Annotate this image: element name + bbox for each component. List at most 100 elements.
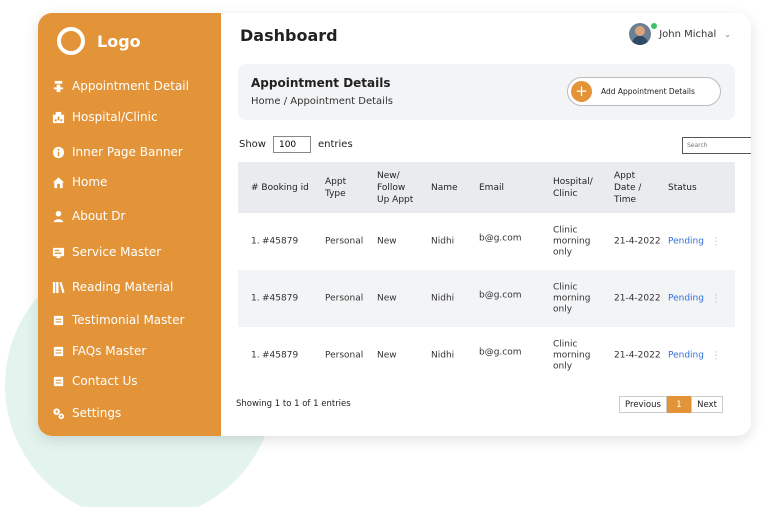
entries-input[interactable] [272,136,311,153]
cell-appt-type: Personal [325,293,364,303]
sidebar: Logo Appointment Detail Hospital/Clinic … [38,13,221,436]
row-menu-icon[interactable]: ⋮ [711,350,721,361]
row-menu-icon[interactable]: ⋮ [711,236,721,247]
cell-date: 21-4-2022 [614,350,661,360]
cell-email: b@g.com [479,290,522,300]
cell-num: 1. [251,350,260,360]
sidebar-item-label: About Dr [72,209,126,223]
logo-text: Logo [97,31,141,51]
user-menu[interactable]: John Michal ⌄ [629,23,731,45]
previous-page-button[interactable]: Previous [619,396,667,413]
show-label: Show [239,139,266,150]
info-icon [52,146,65,158]
cell-follow-up: New [377,350,397,360]
books-icon [52,281,65,293]
avatar [629,23,652,45]
user-name: John Michal [659,28,717,40]
sidebar-item-settings[interactable]: Settings [52,406,121,420]
entries-label: entries [317,139,353,150]
hospital-bed-icon [53,80,64,92]
cell-email: b@g.com [479,347,522,357]
sidebar-item-label: Hospital/Clinic [72,110,158,124]
sidebar-item-label: Settings [72,406,122,420]
document-icon [53,376,64,386]
sidebar-item-label: Reading Material [72,280,174,294]
table-row[interactable]: 1. #45879 Personal New Nidhi b@g.com Cli… [238,270,735,327]
next-page-button[interactable]: Next [691,396,723,413]
appointments-table: # Booking id Appt Type New/ Follow Up Ap… [238,162,735,384]
sidebar-item-faqs-master[interactable]: FAQs Master [52,344,146,358]
chevron-down-icon: ⌄ [724,29,731,39]
logo-ring-icon [57,27,85,55]
col-appt-date-time[interactable]: Appt Date / Time [614,170,641,206]
main-content: Dashboard John Michal ⌄ Appointment Deta… [221,13,751,436]
cell-booking-id: #45879 [262,350,299,360]
cell-booking-id: #45879 [262,293,299,303]
row-menu-icon[interactable]: ⋮ [711,293,721,304]
breadcrumb: Home / Appointment Details [251,96,393,107]
user-icon [53,210,64,222]
plus-icon: + [571,81,592,102]
cell-follow-up: New [377,236,397,246]
col-booking-id[interactable]: # Booking id [251,182,309,194]
cell-clinic: Clinic morning only [553,282,591,314]
cell-follow-up: New [377,293,397,303]
col-follow-up[interactable]: New/ Follow Up Appt [377,170,413,206]
sidebar-item-home[interactable]: Home [52,175,107,189]
col-appt-type[interactable]: Appt Type [325,176,346,200]
table-row[interactable]: 1. #45879 Personal New Nidhi b@g.com Cli… [238,327,735,384]
status-badge: Pending [668,236,704,246]
app-window: Logo Appointment Detail Hospital/Clinic … [38,13,751,436]
col-status[interactable]: Status [668,182,697,194]
cell-name: Nidhi [431,350,455,360]
logo[interactable]: Logo [57,27,141,55]
sidebar-item-label: Inner Page Banner [72,145,183,159]
status-badge: Pending [668,350,704,360]
cell-appt-type: Personal [325,236,364,246]
sidebar-item-testimonial-master[interactable]: Testimonial Master [52,313,184,327]
sidebar-item-about-dr[interactable]: About Dr [52,209,125,223]
sidebar-item-label: Home [72,175,108,189]
hospital-building-icon [52,111,65,123]
sidebar-item-reading-material[interactable]: Reading Material [52,280,173,294]
cell-name: Nidhi [431,236,455,246]
online-status-dot [651,23,658,29]
document-icon [53,315,64,325]
gears-icon [53,407,65,419]
add-appointment-label: Add Appointment Details [601,87,695,96]
page-1-button[interactable]: 1 [667,396,691,413]
table-header: # Booking id Appt Type New/ Follow Up Ap… [238,162,735,213]
service-icon [52,247,65,258]
page-title: Dashboard [240,26,338,45]
home-icon [52,176,65,188]
cell-date: 21-4-2022 [614,236,661,246]
col-name[interactable]: Name [431,182,458,194]
cell-clinic: Clinic morning only [553,225,591,257]
sidebar-item-label: Service Master [72,245,162,259]
add-appointment-button[interactable]: + Add Appointment Details [567,77,721,106]
document-icon [53,346,64,356]
cell-email: b@g.com [479,233,522,243]
sidebar-item-service-master[interactable]: Service Master [52,245,161,259]
sidebar-item-appointment-detail[interactable]: Appointment Detail [52,79,189,93]
cell-num: 1. [251,293,260,303]
sidebar-item-label: Testimonial Master [72,313,185,327]
col-email[interactable]: Email [479,182,504,194]
panel-header: Appointment Details Home / Appointment D… [238,64,735,120]
panel-title: Appointment Details [251,76,391,90]
cell-num: 1. [251,236,260,246]
entries-control: Show entries [239,136,353,153]
cell-clinic: Clinic morning only [553,339,591,371]
pagination: Previous 1 Next [619,396,723,413]
sidebar-item-inner-page-banner[interactable]: Inner Page Banner [52,145,183,159]
sidebar-item-label: FAQs Master [72,344,147,358]
search-input[interactable] [682,137,751,154]
cell-appt-type: Personal [325,350,364,360]
cell-name: Nidhi [431,293,455,303]
showing-entries-text: Showing 1 to 1 of 1 entries [236,399,351,409]
sidebar-item-contact-us[interactable]: Contact Us [52,374,138,388]
sidebar-item-hospital-clinic[interactable]: Hospital/Clinic [52,110,158,124]
table-row[interactable]: 1. #45879 Personal New Nidhi b@g.com Cli… [238,213,735,270]
col-hospital-clinic[interactable]: Hospital/ Clinic [553,176,593,200]
cell-booking-id: #45879 [262,236,299,246]
